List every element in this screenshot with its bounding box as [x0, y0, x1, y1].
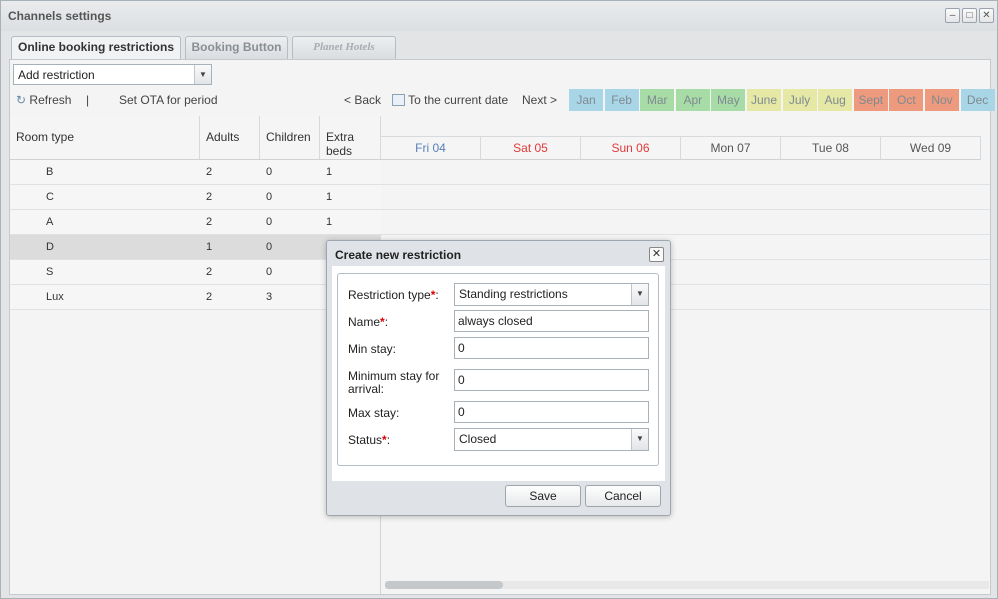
- cell-children: 0: [266, 266, 273, 278]
- calendar-row[interactable]: [381, 210, 990, 235]
- name-input[interactable]: always closed: [454, 310, 649, 332]
- status-label: Status*:: [348, 433, 391, 447]
- day-header[interactable]: Sun 06: [581, 136, 681, 160]
- name-label: Name*:: [348, 315, 389, 329]
- month-nov[interactable]: Nov: [925, 89, 959, 111]
- calendar-row[interactable]: [381, 160, 990, 185]
- cell-adults: 2: [206, 266, 213, 278]
- month-mar[interactable]: Mar: [640, 89, 675, 111]
- cell-children: 0: [266, 166, 273, 178]
- day-header[interactable]: Mon 07: [681, 136, 781, 160]
- month-sept[interactable]: Sept: [853, 89, 888, 111]
- maximize-icon[interactable]: □: [962, 8, 977, 23]
- set-ota-button[interactable]: Set OTA for period: [119, 93, 218, 107]
- toolbar-separator: |: [86, 93, 90, 107]
- cell-room: C: [46, 191, 54, 203]
- min-stay-arrival-label: Minimum stay for arrival:: [348, 369, 440, 396]
- chevron-down-icon: ▼: [194, 65, 211, 84]
- tab-online-booking-restrictions[interactable]: Online booking restrictions: [11, 36, 181, 60]
- create-restriction-dialog: Create new restriction ✕ Restriction typ…: [326, 240, 671, 516]
- cell-room: A: [46, 216, 54, 228]
- cell-room: D: [46, 241, 54, 253]
- dialog-title: Create new restriction: [335, 248, 462, 262]
- month-june[interactable]: June: [747, 89, 781, 111]
- status-value: Closed: [459, 432, 497, 446]
- calendar-row[interactable]: [381, 185, 990, 210]
- chevron-down-icon: ▼: [631, 429, 648, 450]
- month-aug[interactable]: Aug: [818, 89, 853, 111]
- month-apr[interactable]: Apr: [675, 89, 710, 111]
- max-stay-input[interactable]: 0: [454, 401, 649, 423]
- cell-children: 3: [266, 291, 273, 303]
- refresh-button[interactable]: ↻ Refresh: [16, 93, 71, 107]
- close-icon[interactable]: ✕: [979, 8, 994, 23]
- next-button[interactable]: Next >: [522, 93, 557, 107]
- cell-room: S: [46, 266, 54, 278]
- save-button[interactable]: Save: [505, 485, 581, 507]
- column-room-type[interactable]: Room type: [10, 116, 200, 159]
- cell-children: 0: [266, 241, 273, 253]
- day-header[interactable]: Wed 09: [881, 136, 981, 160]
- cell-adults: 2: [206, 166, 213, 178]
- current-date-label: To the current date: [408, 93, 509, 107]
- back-button[interactable]: < Back: [344, 93, 381, 107]
- minimize-icon[interactable]: –: [945, 8, 960, 23]
- refresh-icon: ↻: [16, 93, 27, 107]
- table-row[interactable]: C 2 0 1: [10, 185, 381, 210]
- table-row[interactable]: A 2 0 1: [10, 210, 381, 235]
- current-date-button[interactable]: To the current date: [392, 93, 508, 107]
- min-stay-label: Min stay:: [348, 342, 397, 356]
- month-jan[interactable]: Jan: [569, 89, 603, 111]
- cell-room: Lux: [46, 291, 64, 303]
- column-extra-beds[interactable]: Extra beds: [320, 116, 381, 159]
- dialog-body: Restriction type*: Standing restrictions…: [332, 266, 665, 481]
- cell-children: 0: [266, 216, 273, 228]
- toolbar: ↻ Refresh | Set OTA for period < Back To…: [10, 88, 995, 112]
- month-july[interactable]: July: [782, 89, 817, 111]
- cell-adults: 2: [206, 291, 213, 303]
- window-title: Channels settings: [8, 9, 112, 23]
- cell-adults: 1: [206, 241, 213, 253]
- window-titlebar: Channels settings – □ ✕: [1, 1, 997, 31]
- day-header[interactable]: Sat 05: [481, 136, 581, 160]
- day-header[interactable]: Tue 08: [781, 136, 881, 160]
- cell-adults: 2: [206, 191, 213, 203]
- tab-booking-button[interactable]: Booking Button: [185, 36, 288, 59]
- scrollbar-thumb[interactable]: [385, 581, 503, 589]
- day-header[interactable]: Fri 04: [381, 136, 481, 160]
- horizontal-scrollbar[interactable]: [385, 581, 989, 589]
- month-may[interactable]: May: [711, 89, 746, 111]
- grid-header: Room type Adults Children Extra beds: [10, 116, 381, 160]
- min-stay-input[interactable]: 0: [454, 337, 649, 359]
- month-feb[interactable]: Feb: [604, 89, 639, 111]
- min-stay-arrival-input[interactable]: 0: [454, 369, 649, 391]
- column-children[interactable]: Children: [260, 116, 320, 159]
- calendar-icon: [392, 94, 405, 106]
- add-restriction-select[interactable]: Add restriction ▼: [13, 64, 212, 85]
- restriction-type-label: Restriction type*:: [348, 288, 439, 302]
- restriction-type-value: Standing restrictions: [459, 287, 568, 301]
- cell-room: B: [46, 166, 54, 178]
- cell-children: 0: [266, 191, 273, 203]
- dialog-close-icon[interactable]: ✕: [649, 247, 664, 262]
- refresh-label: Refresh: [29, 93, 72, 107]
- planet-hotels-logo: Planet Hotels: [313, 41, 375, 53]
- month-dec[interactable]: Dec: [960, 89, 995, 111]
- cell-extra: 1: [326, 191, 333, 203]
- status-select[interactable]: Closed ▼: [454, 428, 649, 451]
- restriction-form: Restriction type*: Standing restrictions…: [337, 273, 659, 466]
- restriction-type-select[interactable]: Standing restrictions ▼: [454, 283, 649, 306]
- cancel-button[interactable]: Cancel: [585, 485, 661, 507]
- column-adults[interactable]: Adults: [200, 116, 260, 159]
- tab-planet-hotels[interactable]: Planet Hotels: [292, 36, 396, 59]
- cell-adults: 2: [206, 216, 213, 228]
- month-oct[interactable]: Oct: [889, 89, 924, 111]
- table-row[interactable]: B 2 0 1: [10, 160, 381, 185]
- cell-extra: 1: [326, 216, 333, 228]
- add-restriction-value: Add restriction: [18, 68, 95, 82]
- cell-extra: 1: [326, 166, 333, 178]
- chevron-down-icon: ▼: [631, 284, 648, 305]
- max-stay-label: Max stay:: [348, 406, 400, 420]
